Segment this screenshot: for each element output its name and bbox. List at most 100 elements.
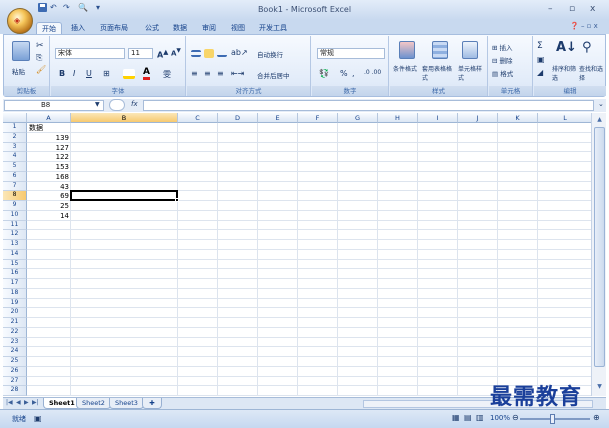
format-table-button[interactable]: 套用表格格式 bbox=[422, 64, 456, 82]
column-header-D[interactable]: D bbox=[218, 113, 258, 123]
cell-A4[interactable]: 122 bbox=[29, 153, 69, 161]
row-header-26[interactable]: 26 bbox=[3, 366, 27, 377]
align-left-icon[interactable]: ≡ bbox=[191, 69, 198, 78]
bold-button[interactable]: B bbox=[59, 69, 65, 78]
tab-insert[interactable]: 插入 bbox=[66, 22, 90, 34]
column-header-K[interactable]: K bbox=[498, 113, 538, 123]
active-cell-border[interactable] bbox=[70, 190, 178, 201]
row-header-9[interactable]: 9 bbox=[3, 201, 27, 211]
indent-icon[interactable]: ⇤⇥ bbox=[231, 69, 244, 78]
conditional-format-icon[interactable] bbox=[399, 41, 415, 59]
shrink-font-icon[interactable]: A▼ bbox=[171, 48, 181, 57]
row-header-5[interactable]: 5 bbox=[3, 162, 27, 172]
prev-sheet-icon[interactable]: ◀ bbox=[16, 399, 21, 406]
fill-icon[interactable]: ▣ bbox=[537, 55, 545, 64]
column-header-C[interactable]: C bbox=[178, 113, 218, 123]
tab-page-layout[interactable]: 页面布局 bbox=[95, 22, 133, 34]
paste-button[interactable]: 粘贴 bbox=[12, 66, 25, 76]
row-header-12[interactable]: 12 bbox=[3, 230, 27, 240]
name-box[interactable]: B8 bbox=[4, 100, 104, 111]
expand-formula-icon[interactable]: ⌄ bbox=[598, 100, 604, 108]
grow-font-icon[interactable]: A▲ bbox=[157, 48, 168, 60]
row-header-28[interactable]: 28 bbox=[3, 386, 27, 396]
merge-center-button[interactable]: 合并后居中 bbox=[257, 70, 290, 80]
scroll-up-icon[interactable]: ▲ bbox=[594, 114, 605, 125]
cell-A1[interactable]: 数据 bbox=[29, 124, 69, 132]
row-header-13[interactable]: 13 bbox=[3, 240, 27, 250]
row-header-2[interactable]: 2 bbox=[3, 132, 27, 143]
tab-home[interactable]: 开始 bbox=[36, 22, 62, 34]
align-top-icon[interactable] bbox=[191, 50, 201, 57]
insert-cells-button[interactable]: ⊞ 插入 bbox=[492, 42, 513, 52]
macro-record-icon[interactable]: ▣ bbox=[34, 414, 42, 423]
page-break-view-icon[interactable]: ▥ bbox=[476, 413, 484, 422]
align-center-icon[interactable]: ≡ bbox=[204, 69, 211, 78]
conditional-format-button[interactable]: 条件格式 bbox=[393, 64, 421, 73]
align-middle-icon[interactable] bbox=[204, 49, 214, 58]
font-color-icon[interactable]: A bbox=[143, 67, 150, 80]
delete-cells-button[interactable]: ⊟ 删除 bbox=[492, 55, 513, 65]
row-header-4[interactable]: 4 bbox=[3, 152, 27, 162]
row-header-21[interactable]: 21 bbox=[3, 318, 27, 328]
orientation-icon[interactable]: ab↗ bbox=[231, 48, 248, 57]
cell-A3[interactable]: 127 bbox=[29, 144, 69, 152]
fill-handle[interactable] bbox=[175, 198, 179, 202]
sheet-tab-3[interactable]: Sheet3 bbox=[109, 398, 144, 409]
column-header-F[interactable]: F bbox=[298, 113, 338, 123]
row-header-27[interactable]: 27 bbox=[3, 376, 27, 387]
zoom-level[interactable]: 100% bbox=[490, 414, 510, 422]
column-header-H[interactable]: H bbox=[378, 113, 418, 123]
copy-icon[interactable]: ⎘ bbox=[36, 53, 42, 63]
currency-icon[interactable]: 💱 bbox=[319, 69, 329, 78]
cell-A2[interactable]: 139 bbox=[29, 134, 69, 142]
tab-data[interactable]: 数据 bbox=[168, 22, 192, 34]
row-header-14[interactable]: 14 bbox=[3, 249, 27, 260]
scroll-down-icon[interactable]: ▼ bbox=[594, 381, 605, 392]
sort-filter-icon[interactable]: A↓ bbox=[556, 40, 577, 55]
autosum-button[interactable]: Σ bbox=[537, 41, 543, 51]
first-sheet-icon[interactable]: |◀ bbox=[6, 399, 13, 406]
find-select-icon[interactable]: ⚲ bbox=[582, 40, 592, 55]
column-header-I[interactable]: I bbox=[418, 113, 458, 123]
minimize-button[interactable]: – bbox=[548, 4, 553, 14]
italic-button[interactable]: I bbox=[73, 69, 75, 78]
cell-A10[interactable]: 14 bbox=[29, 212, 69, 220]
maximize-button[interactable]: ▫ bbox=[569, 4, 575, 14]
page-layout-view-icon[interactable]: ▤ bbox=[464, 413, 472, 422]
cut-icon[interactable]: ✂ bbox=[36, 41, 44, 51]
close-button[interactable]: x bbox=[590, 4, 595, 14]
column-header-A[interactable]: A bbox=[27, 113, 71, 123]
formula-input[interactable] bbox=[143, 100, 594, 111]
zoom-out-icon[interactable]: ⊖ bbox=[512, 413, 519, 422]
row-header-24[interactable]: 24 bbox=[3, 347, 27, 357]
tab-developer[interactable]: 开发工具 bbox=[254, 22, 292, 34]
format-cells-button[interactable]: ▤ 格式 bbox=[492, 68, 513, 78]
row-header-6[interactable]: 6 bbox=[3, 171, 27, 182]
decimal-icon[interactable]: .0 .00 bbox=[364, 69, 381, 76]
row-header-1[interactable]: 1 bbox=[3, 123, 27, 133]
zoom-slider-track[interactable] bbox=[520, 418, 590, 420]
cell-A7[interactable]: 43 bbox=[29, 183, 69, 191]
zoom-slider-knob[interactable] bbox=[550, 414, 555, 424]
align-right-icon[interactable]: ≡ bbox=[217, 69, 224, 78]
font-size-select[interactable]: 11 bbox=[128, 48, 153, 59]
insert-sheet-icon[interactable]: ✚ bbox=[142, 398, 162, 409]
cell-A6[interactable]: 168 bbox=[29, 173, 69, 181]
row-header-18[interactable]: 18 bbox=[3, 288, 27, 299]
help-icon[interactable]: ❓ – ▫ x bbox=[565, 21, 603, 33]
worksheet-grid[interactable]: ABCDEFGHIJKL 1 2 3 4 5 6 7 8 9 10 11 12 13 14 15 16 17 18… bbox=[3, 113, 591, 396]
wrap-text-button[interactable]: 自动换行 bbox=[257, 49, 283, 59]
paste-icon[interactable] bbox=[12, 41, 30, 61]
row-header-20[interactable]: 20 bbox=[3, 308, 27, 318]
format-table-icon[interactable] bbox=[432, 41, 448, 59]
sort-filter-button[interactable]: 排序和筛选 bbox=[552, 64, 578, 82]
row-header-7[interactable]: 7 bbox=[3, 181, 27, 192]
number-format-select[interactable]: 常规 bbox=[317, 48, 385, 59]
row-header-17[interactable]: 17 bbox=[3, 279, 27, 289]
row-header-22[interactable]: 22 bbox=[3, 327, 27, 338]
font-name-select[interactable]: 宋体 bbox=[55, 48, 125, 59]
cell-A8[interactable]: 69 bbox=[29, 192, 69, 200]
align-bottom-icon[interactable] bbox=[217, 50, 227, 57]
cell-styles-icon[interactable] bbox=[462, 41, 478, 59]
underline-button[interactable]: U bbox=[86, 69, 92, 78]
